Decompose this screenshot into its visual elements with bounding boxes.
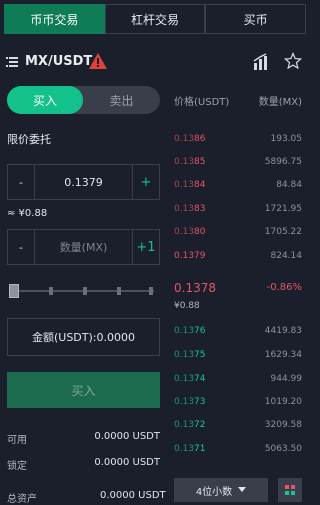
buy-sell-toggle: 买入 卖出 (7, 86, 160, 114)
bid-price: 0.1375 (174, 350, 206, 360)
ask-row[interactable]: 0.1383 1721.95 (174, 204, 302, 220)
ask-row[interactable]: 0.1384 84.84 (174, 180, 302, 196)
bid-row[interactable]: 0.1376 4419.83 (174, 326, 302, 342)
orderbook-qty-header: 数量(MX) (258, 97, 302, 108)
warning-icon[interactable] (88, 52, 108, 70)
bid-price: 0.1376 (174, 326, 206, 336)
bid-price: 0.1372 (174, 420, 206, 430)
ask-row[interactable]: 0.1379 824.14 (174, 251, 302, 267)
star-icon[interactable] (284, 52, 302, 70)
orderbook-layout-button[interactable] (278, 478, 302, 502)
orderbook-price-header: 价格(USDT) (174, 97, 230, 108)
tab-margin[interactable]: 杠杆交易 (104, 4, 206, 34)
bid-row[interactable]: 0.1371 5063.50 (174, 444, 302, 460)
slider-tick[interactable] (49, 287, 53, 295)
tab-spot[interactable]: 币币交易 (4, 4, 105, 34)
last-price: 0.1378 (174, 281, 216, 295)
grid-icon (285, 485, 295, 495)
sell-tab[interactable]: 卖出 (83, 86, 160, 114)
price-decrease-button[interactable]: - (8, 165, 35, 199)
bid-qty: 1019.20 (264, 397, 302, 407)
pair-title[interactable]: MX/USDT (25, 54, 92, 69)
ask-row[interactable]: 0.1380 1705.22 (174, 227, 302, 243)
bid-price: 0.1373 (174, 397, 206, 407)
percent-slider[interactable] (7, 284, 160, 298)
ask-price: 0.1384 (174, 180, 206, 190)
bid-row[interactable]: 0.1375 1629.34 (174, 350, 302, 366)
decimals-label: 4位小数 (195, 486, 233, 498)
ask-price: 0.1380 (174, 227, 206, 237)
quantity-decrease-button[interactable]: - (8, 230, 35, 264)
quantity-stepper: - 数量(MX) +1 (7, 229, 160, 265)
bid-qty: 1629.34 (264, 350, 302, 360)
amount-field[interactable]: 金额(USDT):0.0000 (7, 318, 160, 356)
ask-price: 0.1379 (174, 251, 206, 261)
ask-qty: 1705.22 (264, 227, 302, 237)
ask-price: 0.1386 (174, 134, 206, 144)
bid-row[interactable]: 0.1374 944.99 (174, 374, 302, 390)
total-assets-value: 0.0000 USDT (100, 490, 166, 501)
slider-thumb[interactable] (9, 284, 19, 298)
available-value: 0.0000 USDT (94, 431, 160, 442)
slider-tick[interactable] (83, 287, 87, 295)
bid-row[interactable]: 0.1373 1019.20 (174, 397, 302, 413)
ask-price: 0.1383 (174, 204, 206, 214)
quantity-input[interactable]: 数量(MX) (35, 230, 132, 264)
ask-row[interactable]: 0.1386 193.05 (174, 134, 302, 150)
ask-qty: 5896.75 (264, 157, 302, 167)
price-increase-button[interactable]: + (132, 165, 159, 199)
total-assets-label: 总资产 (7, 494, 37, 505)
trade-type-tabs: 币币交易 杠杆交易 买币 (4, 4, 307, 34)
bid-price: 0.1371 (174, 444, 206, 454)
chevron-down-icon (238, 487, 247, 492)
ask-qty: 193.05 (270, 134, 303, 144)
menu-icon[interactable] (6, 57, 18, 67)
bid-qty: 3209.58 (264, 420, 302, 430)
bid-price: 0.1374 (174, 374, 206, 384)
ask-price: 0.1385 (174, 157, 206, 167)
ask-row[interactable]: 0.1385 5896.75 (174, 157, 302, 173)
tab-buy-crypto[interactable]: 买币 (205, 4, 307, 34)
price-cny-approx: ≈ ¥0.88 (7, 208, 48, 219)
bid-qty: 4419.83 (264, 326, 302, 336)
bid-row[interactable]: 0.1372 3209.58 (174, 420, 302, 436)
last-price-cny: ¥0.88 (174, 301, 200, 311)
locked-label: 锁定 (7, 461, 27, 472)
order-type-label[interactable]: 限价委托 (7, 131, 51, 147)
quantity-increase-button[interactable]: +1 (132, 230, 159, 264)
buy-button[interactable]: 买入 (7, 372, 160, 408)
decimals-select[interactable]: 4位小数 (174, 478, 268, 502)
bid-qty: 5063.50 (264, 444, 302, 454)
chart-icon[interactable] (252, 53, 270, 71)
ask-qty: 1721.95 (264, 204, 302, 214)
ask-qty: 84.84 (276, 180, 302, 190)
ask-qty: 824.14 (270, 251, 303, 261)
locked-value: 0.0000 USDT (94, 457, 160, 468)
price-input[interactable]: 0.1379 (35, 165, 132, 199)
price-change: -0.86% (266, 282, 302, 293)
available-label: 可用 (7, 435, 27, 446)
bid-qty: 944.99 (270, 374, 303, 384)
slider-tick[interactable] (117, 287, 121, 295)
price-stepper: - 0.1379 + (7, 164, 160, 200)
pair-header: MX/USDT (0, 45, 311, 81)
buy-tab[interactable]: 买入 (7, 86, 83, 114)
slider-tick[interactable] (149, 287, 153, 295)
